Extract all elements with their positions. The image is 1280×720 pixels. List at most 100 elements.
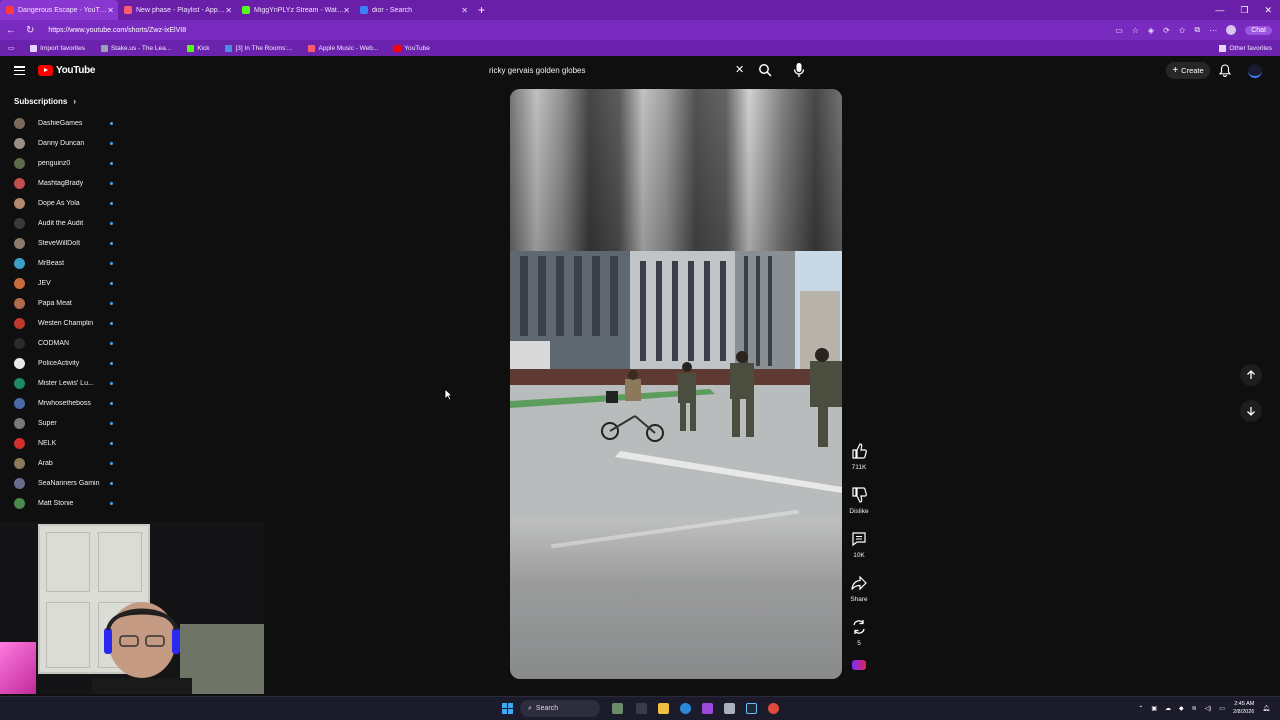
subscription-item[interactable]: SteveWillDoIt [14,236,114,250]
subscription-item[interactable]: MashtagBrady [14,176,114,190]
chrome-icon[interactable] [768,703,779,714]
close-tab-icon[interactable]: ✕ [107,6,114,15]
subscription-item[interactable]: Mister Lewis' Lu... [14,376,114,390]
webcam-pink-light [0,642,36,694]
subscription-item[interactable]: Arab [14,456,114,470]
collections-icon[interactable]: ⧉ [1194,25,1200,35]
widgets-icon[interactable] [612,703,623,714]
profile-avatar[interactable] [1226,25,1237,35]
next-short-button[interactable] [1240,400,1262,422]
nvidia-icon[interactable]: ◆ [1179,705,1184,712]
share-action[interactable]: Share [845,574,873,603]
edge-browser-icon[interactable] [680,703,691,714]
dislike-action[interactable]: Dislike [845,486,873,515]
microphone-icon[interactable] [792,62,806,78]
subscription-item[interactable]: penguinz0 [14,156,114,170]
refresh-extension-icon[interactable]: ⟳ [1163,26,1170,35]
discord-icon[interactable] [702,703,713,714]
previous-short-button[interactable] [1240,364,1262,386]
refresh-icon[interactable]: ↻ [26,25,34,36]
wifi-icon[interactable]: ≋ [1192,705,1197,712]
bookmark-stake[interactable]: Stake.us - The Lea... [100,44,171,52]
tab-kick-stream[interactable]: MiggYnPLYz Stream - Watch Live ✕ [236,0,354,20]
sidebar-toggle-icon[interactable]: ▭ [8,44,14,52]
volume-icon[interactable]: ◁) [1205,705,1212,712]
search-icon[interactable] [758,63,772,77]
tab-apple-music[interactable]: New phase - Playlist - Apple Music ✕ [118,0,236,20]
bookmark-label: [3] In The Rooms:... [235,44,293,52]
subscription-item[interactable]: DashieGames [14,116,114,130]
subscriptions-heading[interactable]: Subscriptions › [14,97,76,106]
remix-action[interactable]: 5 [845,618,873,647]
more-icon[interactable]: ⋯ [1209,26,1217,35]
close-tab-icon[interactable]: ✕ [343,6,350,15]
subscription-item[interactable]: Papa Meat [14,296,114,310]
close-tab-icon[interactable]: ✕ [461,6,468,15]
comments-action[interactable]: 10K [845,530,873,559]
bookmark-import[interactable]: Import favorites [30,44,85,52]
channel-name: Matt Stonie [38,499,74,507]
battery-icon[interactable]: ▭ [1219,705,1225,712]
url-field[interactable]: https://www.youtube.com/shorts/Zwz-ixElV… [48,27,186,34]
bookmark-apple-music[interactable]: Apple Music - Web... [308,44,378,52]
clear-search-icon[interactable]: ✕ [735,64,744,76]
subscriptions-sidebar: Subscriptions › DashieGames Danny Duncan p… [0,92,118,522]
taskbar-search[interactable]: ⌕ Search [520,700,600,717]
account-avatar[interactable] [1248,64,1262,78]
subscription-item[interactable]: Audit the Audit [14,216,114,230]
copilot-chat-button[interactable]: Chat [1245,25,1272,35]
favorites-icon[interactable]: ✩ [1179,26,1186,35]
sound-thumbnail[interactable] [845,660,873,670]
search-input[interactable]: ricky gervais golden globes [484,62,750,79]
split-screen-icon[interactable]: ▭ [1115,26,1123,35]
subscription-item[interactable]: JEV [14,276,114,290]
restore-icon[interactable]: ❐ [1240,5,1248,16]
minimize-icon[interactable]: — [1215,5,1224,15]
short-video-player[interactable] [510,89,842,679]
windows-start-icon[interactable] [502,703,513,714]
subscription-item[interactable]: MrBeast [14,256,114,270]
taskbar-clock[interactable]: 2:45 AM 2/8/2026 [1233,700,1254,716]
subscription-item[interactable]: SeaNanners Gamin... [14,476,114,490]
like-action[interactable]: 711K [845,442,873,471]
subscription-item[interactable]: Danny Duncan [14,136,114,150]
tray-cloud-icon[interactable]: ☁ [1165,705,1171,712]
hamburger-menu-icon[interactable] [14,66,25,75]
close-window-icon[interactable]: ✕ [1264,5,1272,16]
bookmark-kick[interactable]: Kick [187,44,209,52]
file-explorer-icon[interactable] [658,703,669,714]
steam-icon[interactable] [746,703,757,714]
subscription-item[interactable]: Mrwhosetheboss [14,396,114,410]
bookmark-youtube[interactable]: YouTube [394,44,430,52]
tab-youtube[interactable]: Dangerous Escape - YouTube ✕ [0,0,118,20]
tab-bing-search[interactable]: dior - Search ✕ [354,0,472,20]
bookmark-in-the-rooms[interactable]: [3] In The Rooms:... [225,44,293,52]
youtube-logo[interactable]: YouTube [38,65,96,76]
close-tab-icon[interactable]: ✕ [225,6,232,15]
subscription-item[interactable]: Super [14,416,114,430]
folder-icon [1219,44,1227,52]
comment-icon[interactable] [850,530,868,548]
chevron-up-icon[interactable]: ⌃ [1138,705,1143,712]
notification-icon[interactable]: 🔔︎ [1262,705,1270,712]
back-icon[interactable]: ← [6,25,16,36]
tray-app-icon[interactable]: ▣ [1151,705,1157,712]
new-tab-button[interactable]: + [478,3,485,17]
subscription-item[interactable]: CODMAN [14,336,114,350]
favorite-star-icon[interactable]: ☆ [1132,26,1139,35]
subscription-item[interactable]: Matt Stonie [14,496,114,510]
create-button[interactable]: + Create [1166,62,1210,79]
subscription-item[interactable]: Westen Champlin [14,316,114,330]
thumbs-down-icon[interactable] [850,486,868,504]
thumbs-up-icon[interactable] [850,442,868,460]
share-icon[interactable] [850,574,868,592]
settings-gear-icon[interactable] [724,703,735,714]
extension-icon[interactable]: ◈ [1148,26,1154,35]
task-view-icon[interactable] [636,703,647,714]
subscription-item[interactable]: PoliceActivity [14,356,114,370]
other-favorites[interactable]: Other favorites [1219,40,1272,56]
notifications-bell-icon[interactable] [1219,64,1231,77]
subscription-item[interactable]: NELK [14,436,114,450]
remix-icon[interactable] [850,618,868,636]
subscription-item[interactable]: Dope As Yola [14,196,114,210]
